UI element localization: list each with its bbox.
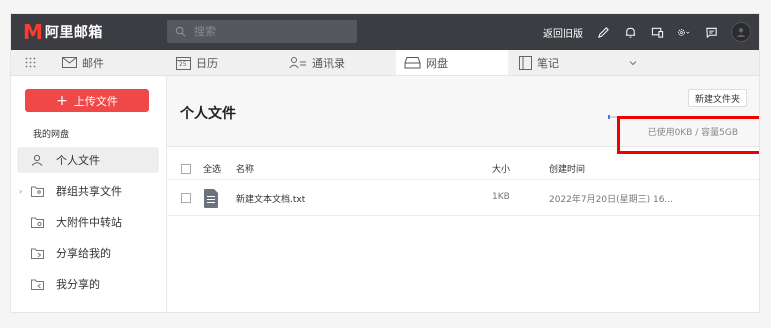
message-icon[interactable] (704, 25, 718, 39)
tab-calendar[interactable]: 25 日历 (176, 50, 286, 75)
file-created-time: 2022年7月20日(星期三) 16... (549, 195, 674, 205)
mail-app-window: M 阿里邮箱 返回旧版 邮件 25 日历 (10, 13, 760, 313)
sidebar-item-label: 个人文件 (56, 154, 100, 167)
row-checkbox[interactable] (181, 193, 191, 203)
content-header: 个人文件 新建文件夹 已使用0KB / 容量5GB (167, 76, 759, 154)
sidebar-item-shared-to-me[interactable]: 分享给我的 (17, 240, 159, 266)
drive-icon (404, 56, 421, 69)
page-title: 个人文件 (180, 106, 236, 122)
storage-usage: 已使用0KB / 容量5GB (608, 115, 738, 138)
expand-chevron-right-icon[interactable]: › (19, 187, 22, 196)
devices-icon[interactable] (650, 25, 664, 39)
tab-label: 邮件 (82, 56, 104, 70)
avatar[interactable] (731, 22, 751, 42)
storage-progress-bar (608, 115, 738, 119)
module-tabs: 邮件 25 日历 通讯录 网盘 笔记 (11, 50, 759, 76)
sidebar-item-attachment-transfer[interactable]: 大附件中转站 (17, 209, 159, 235)
storage-usage-text: 已使用0KB / 容量5GB (647, 128, 738, 138)
sidebar: + 上传文件 我的网盘 个人文件 › 群组共享文件 大附件中转站 分享给我的 我… (11, 76, 167, 312)
main-content: 个人文件 新建文件夹 已使用0KB / 容量5GB 全选 名称 大小 创建时间 … (167, 76, 759, 312)
top-toolbar: 返回旧版 (543, 14, 751, 50)
mail-icon (62, 57, 77, 68)
column-created-time[interactable]: 创建时间 (549, 162, 585, 175)
sidebar-item-label: 分享给我的 (56, 247, 111, 260)
storage-progress-fill (608, 115, 610, 119)
search-icon (175, 26, 186, 37)
pen-icon[interactable] (596, 25, 610, 39)
tab-label: 日历 (196, 56, 218, 70)
app-logo[interactable]: M 阿里邮箱 (23, 21, 103, 43)
gear-icon[interactable] (677, 25, 691, 39)
my-shared-icon (31, 279, 45, 290)
sidebar-item-label: 大附件中转站 (56, 216, 122, 229)
upload-label: 上传文件 (73, 94, 118, 108)
tab-label: 笔记 (537, 56, 559, 70)
logo-mark: M (23, 20, 43, 44)
select-all-label[interactable]: 全选 (203, 162, 221, 175)
select-all-checkbox[interactable] (181, 164, 191, 174)
calendar-icon: 25 (176, 56, 191, 70)
tab-label: 通讯录 (312, 56, 345, 70)
bell-icon[interactable] (623, 25, 637, 39)
tab-notes[interactable]: 笔记 (519, 50, 619, 75)
tab-mail[interactable]: 邮件 (62, 50, 172, 75)
file-table-header: 全选 名称 大小 创建时间 (167, 156, 759, 180)
user-icon (31, 154, 45, 166)
text-file-icon (204, 189, 218, 208)
contacts-icon (289, 56, 307, 69)
tab-drive[interactable]: 网盘 (396, 50, 508, 75)
file-name[interactable]: 新建文本文档.txt (236, 192, 305, 205)
group-folder-icon (31, 186, 45, 197)
tab-label: 网盘 (426, 56, 448, 70)
search-box[interactable] (167, 20, 357, 43)
sidebar-item-group-shared[interactable]: › 群组共享文件 (17, 178, 159, 204)
more-tabs-chevron-down-icon[interactable] (629, 50, 643, 75)
sidebar-item-label: 我分享的 (56, 278, 100, 291)
file-size: 1KB (492, 192, 510, 202)
search-input[interactable] (192, 24, 346, 39)
plus-icon: + (56, 92, 68, 109)
sidebar-item-personal-files[interactable]: 个人文件 (17, 147, 159, 173)
new-folder-button[interactable]: 新建文件夹 (687, 89, 747, 107)
calendar-date: 25 (179, 60, 187, 68)
sidebar-section-title: 我的网盘 (33, 130, 70, 140)
shared-to-me-icon (31, 248, 45, 259)
table-row[interactable]: 新建文本文档.txt 1KB 2022年7月20日(星期三) 16... (167, 180, 759, 216)
note-icon (519, 55, 532, 70)
column-name[interactable]: 名称 (236, 162, 254, 175)
top-bar: M 阿里邮箱 返回旧版 (11, 14, 759, 50)
tab-contacts[interactable]: 通讯录 (289, 50, 399, 75)
transfer-folder-icon (31, 217, 45, 228)
upload-file-button[interactable]: + 上传文件 (25, 89, 149, 112)
apps-grid-icon[interactable] (25, 50, 49, 75)
back-to-old-version-link[interactable]: 返回旧版 (543, 25, 583, 40)
column-size[interactable]: 大小 (492, 162, 510, 175)
logo-text: 阿里邮箱 (44, 25, 103, 41)
sidebar-item-my-shared[interactable]: 我分享的 (17, 271, 159, 297)
sidebar-item-label: 群组共享文件 (56, 185, 122, 198)
